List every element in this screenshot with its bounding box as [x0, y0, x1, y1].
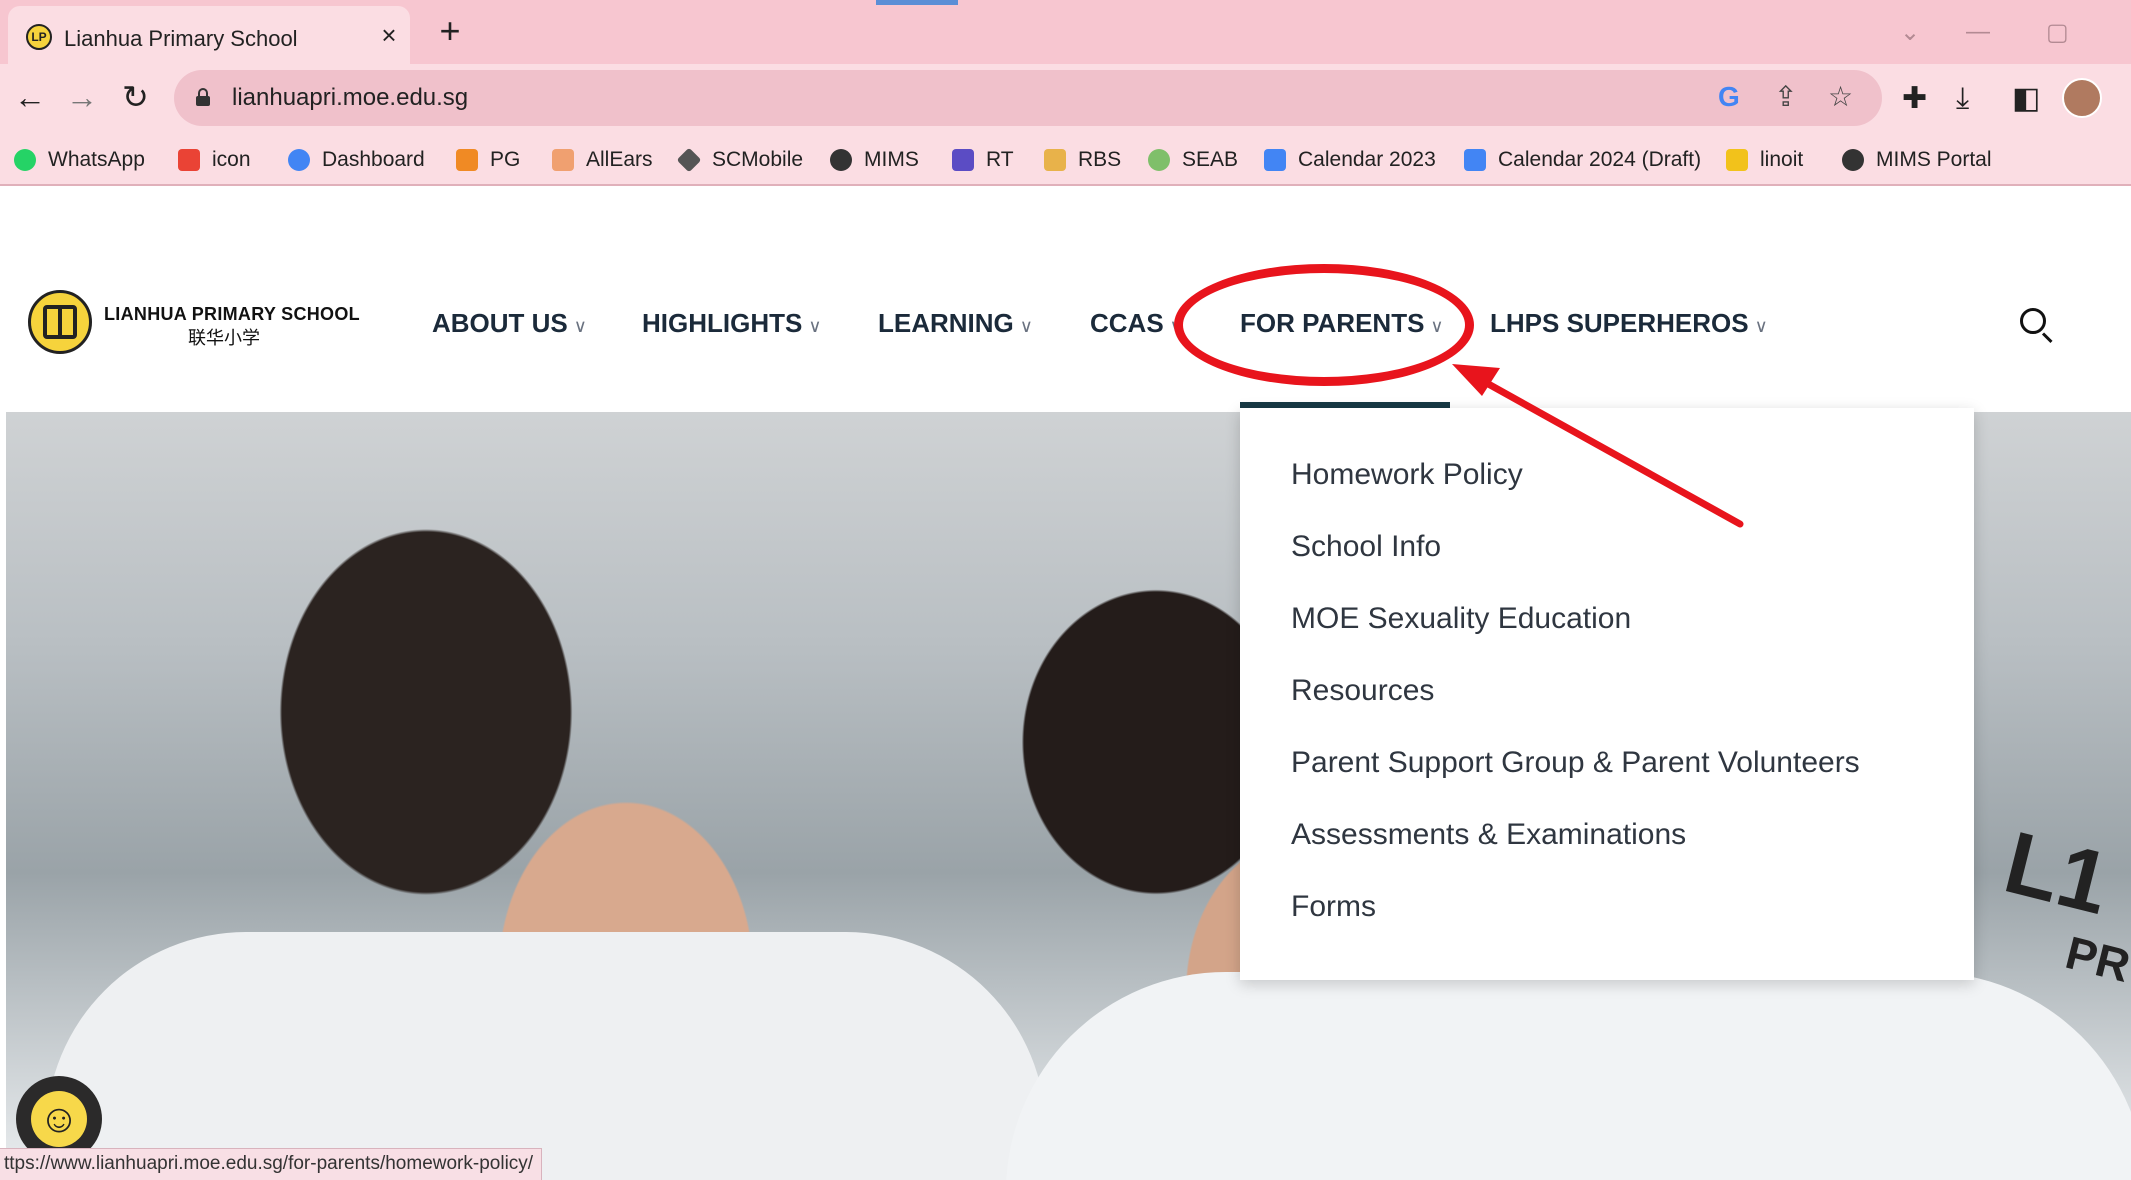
- screen: LP Lianhua Primary School × + ⌄ — ▢ ← → …: [0, 0, 2131, 1180]
- status-bar-url: ttps://www.lianhuapri.moe.edu.sg/for-par…: [0, 1148, 543, 1180]
- annotation-arrow: [1452, 364, 1744, 528]
- smiley-face-icon: ☺: [31, 1091, 87, 1147]
